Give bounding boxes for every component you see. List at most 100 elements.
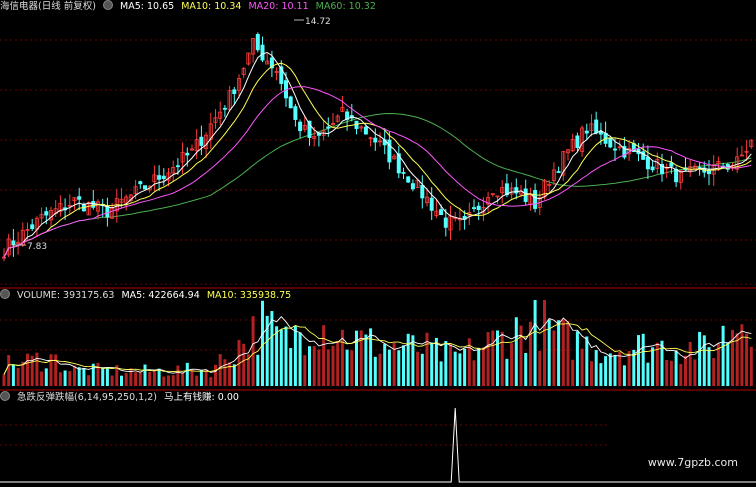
volume-bar: [322, 325, 326, 386]
volume-bar: [674, 350, 678, 386]
volume-bar: [369, 328, 373, 386]
volume-bar: [561, 319, 565, 386]
ma10-line: [3, 62, 752, 258]
volume-bar: [171, 375, 175, 386]
watermark: www.7gpzb.com: [647, 456, 738, 469]
settings-dot-icon[interactable]: [0, 289, 10, 299]
volume-bar: [26, 353, 29, 386]
volume-bar: [68, 371, 72, 386]
volume-bar: [279, 329, 283, 386]
volume-bar: [486, 332, 490, 386]
ma20-value: MA20: 10.11: [248, 1, 309, 12]
volume-bar: [317, 349, 321, 386]
volume-bar: [533, 300, 537, 386]
candle-body: [443, 217, 448, 228]
candle-body: [30, 224, 35, 230]
volume-bar: [289, 347, 293, 386]
volume-bar: [543, 300, 546, 386]
volume-bar: [199, 370, 203, 386]
volume-bar: [571, 359, 575, 386]
volume-bar: [209, 377, 213, 386]
volume-bar: [416, 351, 420, 386]
candle-body: [645, 156, 650, 170]
settings-dot-icon[interactable]: [102, 0, 113, 10]
volume-bar: [613, 354, 617, 386]
volume-bar: [251, 316, 255, 386]
volume-bar: [21, 361, 25, 386]
volume-bar: [105, 367, 109, 386]
volume-bar: [148, 371, 152, 386]
volume-bar: [477, 347, 481, 386]
candle-body: [575, 135, 580, 148]
candle-body: [138, 181, 143, 185]
volume-bar: [590, 361, 593, 386]
volume-bar: [491, 330, 495, 386]
candle-body: [91, 201, 96, 208]
volume-bar: [594, 350, 598, 386]
volume-bar: [439, 361, 443, 386]
volume-bar: [35, 352, 39, 386]
volume-bar: [54, 354, 58, 386]
candlestick-series: [2, 32, 754, 262]
volume-bar: [693, 359, 697, 386]
volume-bars: [2, 300, 753, 386]
volume-bar: [49, 354, 53, 386]
candle-body: [420, 184, 425, 199]
candle-body: [707, 170, 712, 175]
volume-bar: [449, 344, 452, 386]
volume-bar: [2, 374, 6, 386]
candle-body: [387, 139, 392, 163]
volume-bar: [406, 333, 410, 386]
volume-bar: [688, 341, 692, 386]
volume-bar: [336, 341, 340, 386]
volume-bar: [223, 359, 227, 386]
candle-body: [594, 119, 599, 134]
volume-bar: [510, 343, 514, 386]
candle-body: [185, 152, 190, 156]
volume-bar: [402, 345, 405, 386]
price-annotations: 14.72 7.83: [12, 17, 331, 252]
volume-bar: [378, 353, 382, 386]
volume-bar: [185, 362, 189, 386]
volume-ma10-value: MA10: 335938.75: [206, 290, 292, 301]
volume-bar: [129, 368, 133, 386]
volume-bar: [58, 372, 62, 386]
candle-body: [373, 137, 378, 143]
volume-bar: [331, 345, 335, 386]
volume-bar: [481, 347, 485, 386]
volume-value: VOLUME: 393175.63: [17, 290, 115, 301]
volume-bar: [411, 335, 415, 386]
volume-bar: [622, 365, 626, 386]
volume-bar: [641, 333, 645, 386]
volume-bar: [138, 371, 142, 386]
volume-bar: [120, 375, 123, 386]
volume-bar: [190, 369, 194, 386]
indicator-value: 马上有钱赚: 0.00: [164, 392, 239, 403]
candle-body: [157, 175, 162, 180]
volume-bar: [218, 354, 222, 386]
volume-bar: [167, 375, 170, 386]
candle-body: [77, 196, 82, 200]
volume-bar: [665, 359, 669, 386]
volume-bar: [463, 348, 467, 386]
volume-bar: [726, 342, 730, 386]
volume-bar: [162, 376, 166, 386]
candle-body: [142, 185, 147, 190]
candle-body: [298, 121, 303, 132]
volume-bar: [157, 368, 161, 386]
candle-body: [533, 190, 538, 209]
volume-bar: [458, 353, 462, 386]
candle-body: [161, 175, 166, 180]
volume-bar: [110, 375, 114, 386]
volume-bar: [646, 362, 650, 386]
volume-bar: [707, 347, 711, 386]
candle-body: [410, 183, 415, 190]
volume-bar: [749, 346, 753, 386]
volume-bar: [204, 369, 208, 386]
volume-bar: [312, 346, 316, 386]
candle-body: [669, 162, 674, 167]
settings-dot-icon[interactable]: [0, 391, 10, 401]
volume-bar: [721, 325, 725, 386]
volume-bar: [660, 340, 664, 386]
candle-body: [44, 211, 49, 216]
